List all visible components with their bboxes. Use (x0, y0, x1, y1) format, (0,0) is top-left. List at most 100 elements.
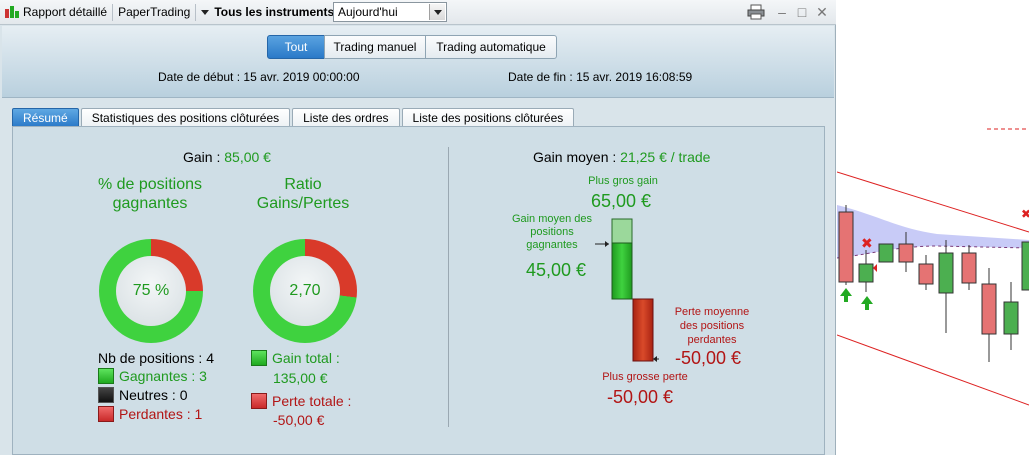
black-square-icon (98, 387, 114, 403)
print-icon[interactable] (747, 4, 765, 20)
winners-value: 3 (199, 368, 207, 384)
avg-loss-label-line: Perte moyenne (674, 306, 750, 318)
start-date-value: 15 avr. 2019 00:00:00 (243, 70, 360, 84)
summary-panel: Gain : 85,00 € % de positions gagnantes … (12, 126, 825, 455)
candle (898, 243, 914, 263)
ratio-donut: 2,70 (253, 239, 357, 343)
instruments-dropdown[interactable]: Tous les instruments (197, 0, 338, 25)
maximize-icon[interactable]: □ (795, 3, 809, 21)
max-gain-label: Plus gros gain (588, 175, 658, 187)
instruments-label: Tous les instruments (214, 5, 335, 19)
gain-loss-bars (595, 218, 659, 362)
toolbar-separator (195, 3, 197, 21)
neutral-value: 0 (179, 387, 188, 403)
tab-orders[interactable]: Liste des ordres (292, 108, 400, 126)
filter-all-button[interactable]: Tout (267, 35, 325, 59)
gain-header: Gain : 85,00 € (183, 149, 271, 165)
avg-loss-value: -50,00 € (675, 348, 742, 368)
candle (1003, 301, 1019, 335)
price-chart-background: ✖ ✖ (837, 0, 1029, 455)
gain-value: 85,00 € (224, 149, 271, 165)
candle (838, 211, 854, 283)
avg-gain-header: Gain moyen : 21,25 € / trade (533, 149, 710, 165)
trading-type-filter: Tout Trading manuel Trading automatique (267, 35, 557, 59)
papertrading-label: PaperTrading (118, 5, 191, 19)
trading-report-window: Rapport détaillé PaperTrading Tous les i… (0, 0, 836, 455)
arrow-right-icon (605, 241, 609, 247)
winners-row: Gagnantes : 3 (98, 368, 207, 384)
period-select[interactable]: Aujourd'hui (333, 2, 447, 22)
report-tabs: Résumé Statistiques des positions clôtur… (12, 108, 575, 126)
start-date: Date de début : 15 avr. 2019 00:00:00 (158, 70, 360, 84)
gain-total-label: Gain total : (272, 350, 340, 366)
panel-divider (448, 147, 449, 427)
gain-total-value: 135,00 € (273, 370, 328, 386)
detailed-report-button[interactable]: Rapport détaillé (0, 0, 111, 25)
loss-bar (632, 298, 654, 362)
gain-total-row: Gain total : (251, 350, 340, 366)
loss-total-value: -50,00 € (273, 412, 325, 428)
neutral-row: Neutres : 0 (98, 387, 188, 403)
candle (918, 263, 934, 285)
toolbar-separator (112, 3, 114, 21)
candle (961, 252, 977, 284)
close-icon[interactable]: ✕ (815, 3, 829, 21)
avg-win-label-line: Gain moyen des (511, 213, 593, 225)
max-gain-value: 65,00 € (591, 191, 652, 211)
losers-row: Perdantes : 1 (98, 406, 202, 422)
tab-closed-positions[interactable]: Liste des positions clôturées (401, 108, 575, 126)
chevron-down-icon[interactable] (429, 4, 445, 20)
avg-loss-label: Perte moyenne des positions perdantes (667, 305, 757, 347)
max-loss-value: -50,00 € (607, 387, 674, 407)
win-percent-donut: 75 % (99, 239, 203, 343)
filter-panel: Tout Trading manuel Trading automatique … (2, 26, 834, 98)
max-loss-label: Plus grosse perte (602, 371, 688, 383)
minimize-icon[interactable]: – (775, 3, 789, 21)
chevron-down-icon (201, 9, 210, 15)
green-square-icon (251, 350, 267, 366)
avg-loss-label-line: perdantes (687, 334, 737, 346)
arrow-up-icon (861, 296, 873, 310)
avg-gain-label: Gain moyen : (533, 149, 617, 165)
candle (981, 283, 997, 335)
loss-total-label: Perte totale : (272, 393, 352, 409)
window-controls: – □ ✕ (747, 3, 829, 21)
arrow-left-icon (653, 356, 657, 362)
end-date-value: 15 avr. 2019 16:08:59 (576, 70, 693, 84)
candle (878, 243, 894, 263)
ratio-title: Ratio Gains/Pertes (256, 176, 350, 212)
win-percent-title: % de positions gagnantes (97, 176, 203, 212)
tab-closed-stats[interactable]: Statistiques des positions clôturées (80, 108, 291, 126)
candle (938, 252, 954, 294)
ratio-value: 2,70 (270, 256, 340, 326)
candle (858, 263, 874, 283)
papertrading-button[interactable]: PaperTrading (114, 0, 194, 25)
close-marker-icon: ✖ (1021, 207, 1029, 221)
positions-count: Nb de positions : 4 (98, 350, 214, 366)
avg-win-label-line: positions (530, 226, 574, 238)
close-marker-icon: ✖ (861, 235, 873, 251)
avg-win-label-line: gagnantes (526, 239, 578, 251)
tab-summary[interactable]: Résumé (12, 108, 79, 126)
avg-win-label: Gain moyen des positions gagnantes (507, 213, 597, 252)
max-gain-bar (611, 218, 633, 244)
positions-count-label: Nb de positions : (98, 350, 203, 366)
channel-bottom-line (837, 334, 1029, 406)
filter-manual-button[interactable]: Trading manuel (324, 35, 426, 59)
gain-label: Gain : (183, 149, 221, 165)
detailed-report-label: Rapport détaillé (23, 5, 108, 19)
filter-auto-button[interactable]: Trading automatique (425, 35, 557, 59)
end-date-label: Date de fin : (508, 70, 573, 84)
avg-win-bar (611, 242, 633, 300)
period-value: Aujourd'hui (338, 5, 398, 19)
win-percent-value: 75 % (116, 256, 186, 326)
app-root: Rapport détaillé PaperTrading Tous les i… (0, 0, 1029, 455)
avg-loss-label-line: des positions (679, 320, 745, 332)
start-date-label: Date de début : (158, 70, 241, 84)
candle (1021, 241, 1029, 291)
triangle-marker-icon (873, 264, 877, 272)
losers-value: 1 (194, 406, 203, 422)
red-square-icon (98, 406, 114, 422)
end-date: Date de fin : 15 avr. 2019 16:08:59 (508, 70, 692, 84)
neutral-label: Neutres : (119, 387, 176, 403)
